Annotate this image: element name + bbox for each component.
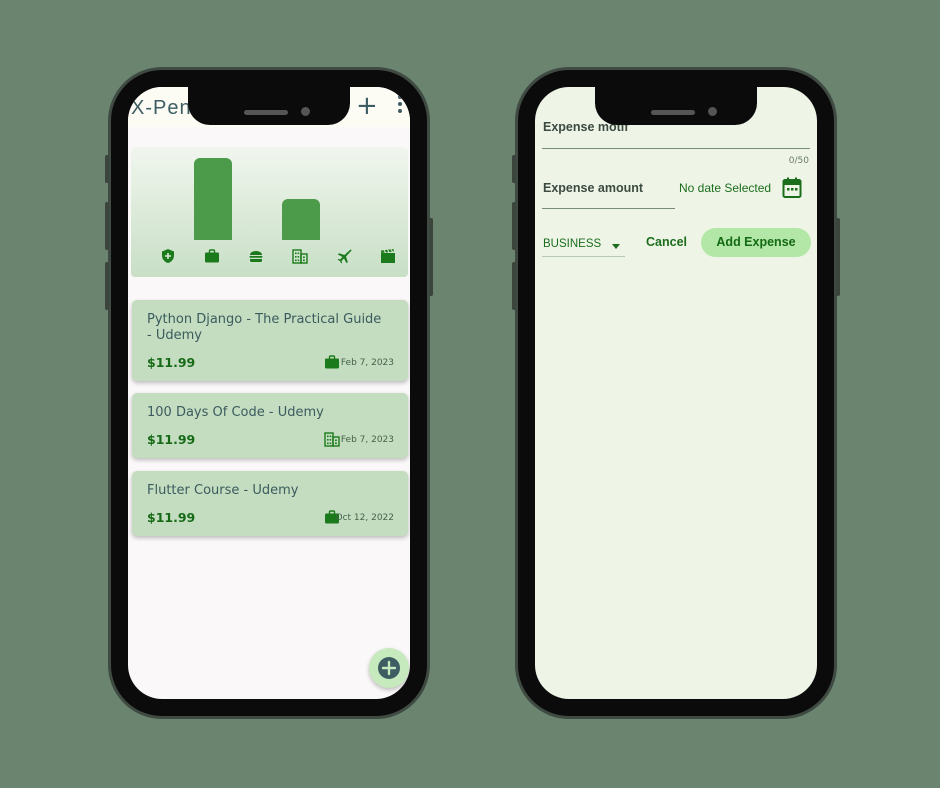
add-circle-icon [378, 657, 400, 679]
chart-bar-building [282, 199, 320, 240]
expense-title: Flutter Course - Udemy [147, 483, 299, 498]
calendar-icon[interactable] [782, 177, 802, 199]
expense-amount: $11.99 [147, 510, 196, 525]
expense-title: Python Django - The Practical Guide - Ud… [147, 312, 382, 343]
phone-side-button [105, 262, 109, 310]
phone-frame-left: X-Pensia + Python Django - The Practical… [105, 67, 433, 719]
movie-icon [380, 248, 400, 268]
cancel-button[interactable]: Cancel [646, 235, 687, 249]
phone-side-button [836, 218, 840, 296]
building-icon [324, 431, 340, 447]
add-expense-button[interactable]: Add Expense [701, 228, 811, 257]
add-expense-fab[interactable] [369, 648, 409, 688]
briefcase-icon [324, 354, 340, 370]
shield-icon [160, 248, 180, 268]
expense-title: 100 Days Of Code - Udemy [147, 405, 324, 420]
chart-bar-business [194, 158, 232, 240]
more-vert-icon[interactable] [396, 95, 404, 115]
motif-underline [542, 148, 810, 149]
expense-card[interactable]: Python Django - The Practical Guide - Ud… [132, 300, 408, 381]
phone-frame-right: Expense motif 0/50 Expense amount No dat… [512, 67, 840, 719]
expense-date: Oct 12, 2022 [335, 513, 395, 523]
expense-card[interactable]: Flutter Course - Udemy $11.99 Oct 12, 2022 [132, 471, 408, 536]
expense-amount: $11.99 [147, 432, 196, 447]
date-status-text: No date Selected [679, 181, 772, 195]
phone-side-button [429, 218, 433, 296]
expenses-screen: X-Pensia + Python Django - The Practical… [128, 87, 410, 699]
briefcase-icon [204, 248, 224, 268]
phone-side-button [512, 262, 516, 310]
expense-amount: $11.99 [147, 355, 196, 370]
category-dropdown-value: BUSINESS [543, 238, 602, 250]
hamburger-icon [248, 248, 268, 268]
phone-notch [595, 87, 757, 125]
expense-card[interactable]: 100 Days Of Code - Udemy $11.99 Feb 7, 202… [132, 393, 408, 458]
phone-side-button [105, 155, 109, 183]
dropdown-underline [542, 256, 625, 257]
motif-char-counter: 0/50 [788, 156, 809, 166]
dropdown-arrow-icon [612, 244, 620, 249]
plane-icon [336, 248, 356, 268]
phone-side-button [512, 202, 516, 250]
new-expense-form: Expense motif 0/50 Expense amount No dat… [535, 87, 817, 699]
amount-underline [542, 208, 675, 209]
building-icon [292, 248, 312, 268]
expense-date: Feb 7, 2023 [340, 435, 394, 445]
phone-side-button [105, 202, 109, 250]
expense-amount-field[interactable]: Expense amount [542, 171, 676, 211]
expense-date: Feb 7, 2023 [340, 358, 394, 368]
phone-notch [188, 87, 350, 125]
category-dropdown[interactable]: BUSINESS [542, 233, 626, 257]
phone-side-button [512, 155, 516, 183]
add-expense-icon[interactable]: + [356, 91, 378, 121]
expense-amount-label: Expense amount [543, 181, 644, 195]
category-chart [131, 147, 408, 277]
